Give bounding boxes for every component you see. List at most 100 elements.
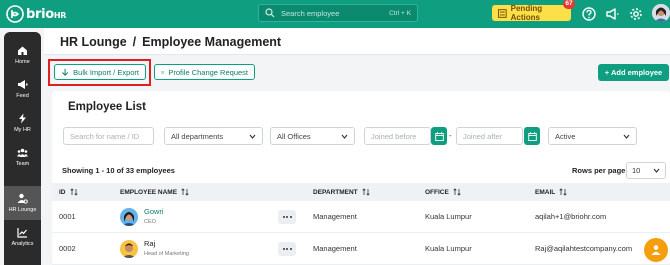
profile-change-request-button[interactable]: Profile Change Request xyxy=(154,64,255,80)
chevron-down-icon xyxy=(623,134,630,139)
page-header: HR Lounge / Employee Management xyxy=(44,28,670,55)
column-department-label: DEPARTMENT xyxy=(313,188,358,196)
column-employee-name[interactable]: EMPLOYEE NAME xyxy=(120,188,189,196)
brand-name: brio xyxy=(26,6,54,22)
joined-after-input[interactable]: Joined after xyxy=(456,127,523,145)
employee-department: Management xyxy=(313,212,357,221)
column-email[interactable]: EMAIL xyxy=(535,188,567,196)
employee-department: Management xyxy=(313,244,357,253)
table-row[interactable]: 0002 Raj Head of Marketing Management Ku… xyxy=(52,233,670,265)
people-swap-icon xyxy=(161,70,165,74)
breadcrumb-employee-management: Employee Management xyxy=(142,35,282,49)
table-header: ID EMPLOYEE NAME DEPARTMENT OFFICE EMAIL xyxy=(52,183,670,201)
gear-icon[interactable] xyxy=(629,7,643,21)
employee-id: 0001 xyxy=(59,212,76,221)
breadcrumb: HR Lounge / Employee Management xyxy=(60,35,281,49)
sidebar: Home Feed My HR Team HR Lounge Analytics xyxy=(4,32,41,265)
sort-icon xyxy=(181,188,189,196)
column-department[interactable]: DEPARTMENT xyxy=(313,188,370,196)
table-row[interactable]: 0001 Gowri CEO Management Kuala Lumpur a… xyxy=(52,201,670,233)
more-dot-icon xyxy=(282,248,285,250)
employee-list-title: Employee List xyxy=(68,101,146,113)
search-icon xyxy=(265,8,275,18)
sidebar-item-hr-lounge[interactable]: HR Lounge xyxy=(4,186,41,220)
employee-name[interactable]: Gowri xyxy=(144,207,164,216)
brand-suffix: HR xyxy=(53,10,67,20)
more-dot-icon xyxy=(286,216,288,218)
team-icon xyxy=(17,148,28,157)
joined-before-calendar-button[interactable] xyxy=(431,127,447,145)
column-employee-name-label: EMPLOYEE NAME xyxy=(120,188,178,196)
avatar xyxy=(120,208,138,226)
row-actions-button[interactable] xyxy=(278,210,296,224)
column-email-label: EMAIL xyxy=(535,188,556,196)
sidebar-item-team[interactable]: Team xyxy=(4,140,41,174)
chevron-down-icon xyxy=(653,168,660,173)
column-office-label: OFFICE xyxy=(425,188,449,196)
status-select[interactable]: Active xyxy=(548,127,637,145)
calendar-icon xyxy=(527,131,537,141)
employee-search[interactable]: Search employee Ctrl + K xyxy=(258,4,418,22)
column-office[interactable]: OFFICE xyxy=(425,188,461,196)
more-dot-icon xyxy=(282,216,285,218)
sort-icon xyxy=(362,188,370,196)
calendar-icon xyxy=(434,131,444,141)
sort-icon xyxy=(453,188,461,196)
column-id[interactable]: ID xyxy=(59,188,78,196)
sidebar-item-label: Team xyxy=(15,161,30,167)
profile-change-request-label: Profile Change Request xyxy=(168,67,248,77)
brand-logo[interactable]: brioHR xyxy=(6,5,66,23)
rows-per-page-select[interactable]: 10 xyxy=(626,162,666,179)
column-id-label: ID xyxy=(59,188,66,196)
employee-email: aqilah+1@briohr.com xyxy=(535,212,607,221)
breadcrumb-separator: / xyxy=(132,35,137,49)
top-bar: brioHR Search employee Ctrl + K Pending … xyxy=(0,0,670,28)
search-shortcut: Ctrl + K xyxy=(389,9,411,17)
announcement-icon[interactable] xyxy=(605,7,619,21)
rows-per-page-label: Rows per page xyxy=(572,166,626,175)
avatar xyxy=(120,240,138,258)
sidebar-item-label: HR Lounge xyxy=(8,207,37,213)
sidebar-item-label: Home xyxy=(15,59,30,65)
help-icon[interactable] xyxy=(582,7,596,21)
user-avatar[interactable] xyxy=(652,4,670,22)
more-dot-icon xyxy=(286,248,288,250)
sidebar-item-my-hr[interactable]: My HR xyxy=(4,106,41,140)
breadcrumb-hr-lounge[interactable]: HR Lounge xyxy=(60,35,127,49)
joined-after-calendar-button[interactable] xyxy=(524,127,540,145)
sidebar-item-label: My HR xyxy=(14,127,31,133)
bulk-import-export-button[interactable]: Bulk Import / Export xyxy=(54,64,146,80)
chart-icon xyxy=(17,228,27,238)
office-select-value: All Offices xyxy=(277,131,311,141)
employee-avatar-image xyxy=(120,208,138,226)
sidebar-item-analytics[interactable]: Analytics xyxy=(4,220,41,254)
date-range-separator: - xyxy=(449,131,452,140)
showing-count: Showing 1 - 10 of 33 employees xyxy=(62,166,175,175)
sidebar-item-feed[interactable]: Feed xyxy=(4,72,41,106)
more-dot-icon xyxy=(289,248,292,250)
row-actions-button[interactable] xyxy=(278,242,296,256)
chevron-down-icon xyxy=(341,134,348,139)
employee-name[interactable]: Raj xyxy=(144,239,155,248)
sidebar-item-label: Analytics xyxy=(11,241,34,247)
add-employee-button[interactable]: + Add employee xyxy=(598,64,669,81)
employee-avatar-image xyxy=(120,240,138,258)
sidebar-item-home[interactable]: Home xyxy=(4,38,41,72)
sidebar-item-label: Feed xyxy=(16,93,29,99)
more-dot-icon xyxy=(289,216,292,218)
home-icon xyxy=(18,46,27,55)
chevron-down-icon xyxy=(249,134,256,139)
bolt-icon xyxy=(19,113,26,124)
name-id-search-input[interactable]: Search for name / ID xyxy=(63,127,154,145)
chat-support-button[interactable] xyxy=(644,238,668,262)
download-icon xyxy=(62,68,69,76)
office-select[interactable]: All Offices xyxy=(270,127,355,145)
brio-logo-icon xyxy=(6,5,24,23)
department-select[interactable]: All departments xyxy=(164,127,263,145)
pending-count-badge: 67 xyxy=(563,0,575,9)
employee-email: Raj@aqilahtestcompany.com xyxy=(535,244,633,253)
employee-office: Kuala Lumpur xyxy=(425,212,472,221)
bulk-import-export-label: Bulk Import / Export xyxy=(73,67,139,77)
joined-before-input[interactable]: Joined before xyxy=(364,127,431,145)
pending-actions-button[interactable]: Pending Actions xyxy=(492,4,571,22)
